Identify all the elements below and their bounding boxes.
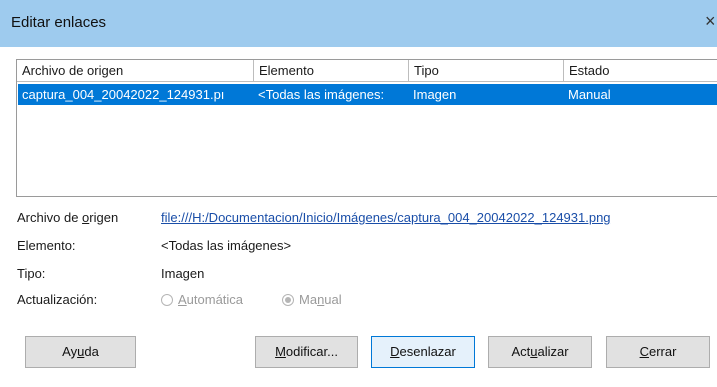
elemento-value: <Todas las imágenes> [161,238,292,253]
tipo-label: Tipo: [17,266,46,281]
table-header: Archivo de origen Elemento Tipo Estado [17,60,717,82]
close-icon[interactable]: × [705,11,716,32]
dialog-title: Editar enlaces [11,14,107,31]
modificar-button[interactable]: Modificar... [255,336,358,368]
archivo-origen-link[interactable]: file:///H:/Documentacion/Inicio/Imágenes… [161,210,611,225]
radio-unchecked-icon [161,294,173,306]
actualizacion-label: Actualización: [17,292,98,307]
column-header-tipo[interactable]: Tipo [409,60,564,81]
cerrar-button[interactable]: Cerrar [606,336,710,368]
actualizar-button[interactable]: Actualizar [488,336,592,368]
cell-tipo: Imagen [413,87,457,102]
cell-elemento: <Todas las imágenes: [258,87,385,102]
cell-archivo: captura_004_20042022_124931.pı [22,87,225,102]
elemento-label: Elemento: [17,238,76,253]
table-row[interactable]: captura_004_20042022_124931.pı <Todas la… [18,84,717,105]
column-header-estado[interactable]: Estado [564,60,717,81]
radio-checked-icon [282,294,294,306]
automatica-radio[interactable]: Automática [161,292,243,307]
manual-radio[interactable]: Manual [282,292,342,307]
tipo-value: Imagen [161,266,205,281]
desenlazar-button[interactable]: Desenlazar [371,336,475,368]
column-header-elemento[interactable]: Elemento [254,60,409,81]
column-header-archivo[interactable]: Archivo de origen [17,60,254,81]
title-bar: Editar enlaces × [0,0,717,47]
links-table[interactable]: Archivo de origen Elemento Tipo Estado c… [16,59,717,197]
archivo-origen-label: Archivo de origen [17,210,119,225]
ayuda-button[interactable]: Ayuda [25,336,136,368]
cell-estado: Manual [568,87,611,102]
